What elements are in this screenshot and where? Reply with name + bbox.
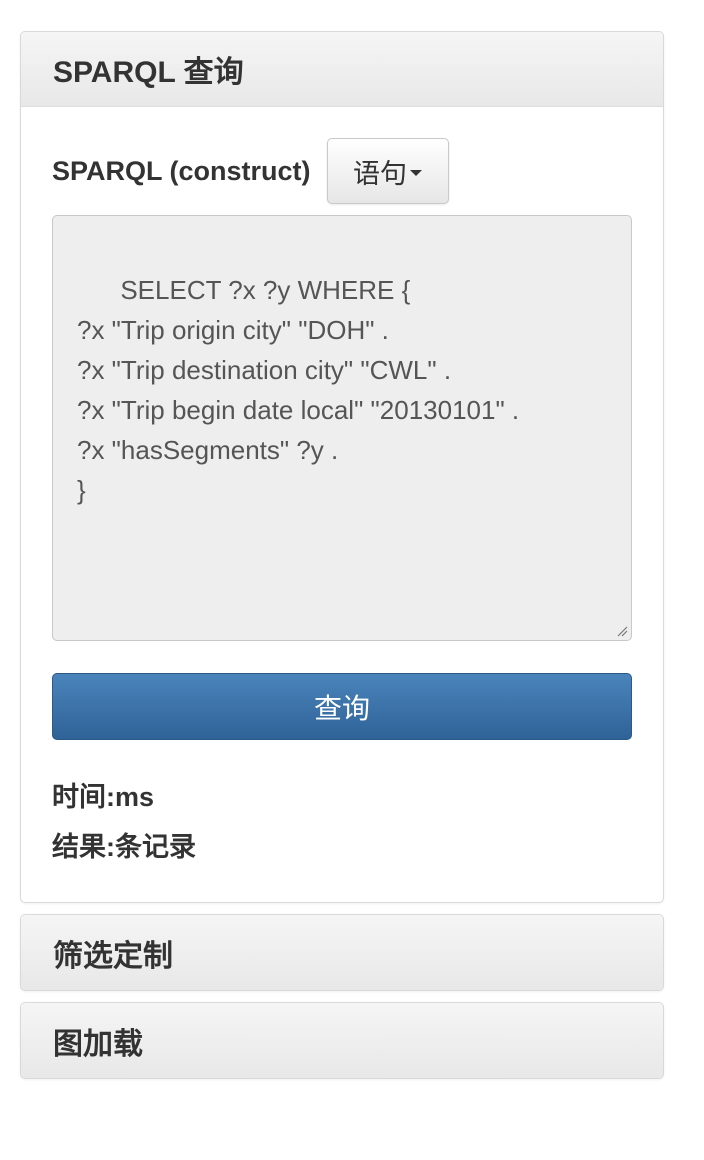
query-button-label: 查询 <box>313 692 370 724</box>
graph-loading-panel: 图加载 <box>20 1002 664 1079</box>
sparql-panel-title: SPARQL 查询 <box>53 56 244 89</box>
sparql-panel-heading[interactable]: SPARQL 查询 <box>21 32 663 107</box>
time-stat: 时间:ms <box>52 782 155 812</box>
sparql-query-panel: SPARQL 查询 SPARQL (construct) 语句 SELECT ?… <box>20 31 664 903</box>
graph-panel-heading[interactable]: 图加载 <box>21 1003 663 1078</box>
graph-panel-title: 图加载 <box>53 1027 143 1061</box>
query-label-row: SPARQL (construct) 语句 <box>52 138 449 204</box>
result-stat: 结果:条记录 <box>52 832 196 862</box>
filter-panel-title: 筛选定制 <box>53 939 173 973</box>
caret-down-icon <box>410 169 423 176</box>
query-button[interactable]: 查询 <box>52 673 632 740</box>
statement-button-label: 语句 <box>353 158 408 189</box>
filter-panel-heading[interactable]: 筛选定制 <box>21 915 663 990</box>
sparql-query-textarea[interactable]: SELECT ?x ?y WHERE { ?x "Trip origin cit… <box>52 215 632 641</box>
statement-dropdown-button[interactable]: 语句 <box>326 138 449 204</box>
query-text: SELECT ?x ?y WHERE { ?x "Trip origin cit… <box>77 275 520 505</box>
resize-grip-icon[interactable] <box>616 625 628 637</box>
sparql-construct-label: SPARQL (construct) <box>52 155 311 186</box>
filter-customization-panel: 筛选定制 <box>20 914 664 991</box>
